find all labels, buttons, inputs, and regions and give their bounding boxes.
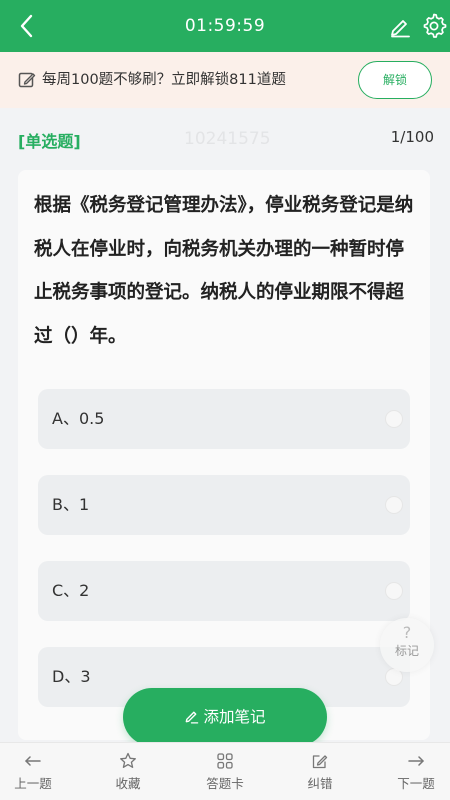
pencil-icon [186,711,199,724]
option-b[interactable]: B、1 [38,475,410,535]
unlock-button[interactable]: 解锁 [358,61,432,99]
nav-label: 收藏 [115,776,141,791]
grid-icon [217,753,233,769]
radio-circle-icon [385,410,403,428]
arrow-left-icon [25,756,41,766]
question-mark-icon: ? [402,623,412,642]
add-note-button[interactable]: 添加笔记 [123,688,327,746]
edit-note-icon [18,72,36,88]
edit-pencil-icon[interactable] [388,14,412,38]
star-icon [120,752,136,768]
option-label: A、0.5 [52,409,105,428]
edit-square-icon [312,755,328,769]
nav-answer-card[interactable]: 答题卡 [185,743,265,800]
back-arrow-icon[interactable] [14,12,42,40]
nav-prev-question[interactable]: 上一题 [0,743,73,800]
option-c[interactable]: C、2 [38,561,410,621]
question-progress: 1/100 [390,128,434,146]
option-a[interactable]: A、0.5 [38,389,410,449]
nav-label: 纠错 [307,776,333,791]
option-label: D、3 [52,667,91,686]
promo-text: 每周100题不够刷？立即解锁811道题 [42,72,286,88]
radio-circle-icon [385,582,403,600]
add-note-label: 添加笔记 [203,708,266,726]
nav-favorite[interactable]: 收藏 [88,743,168,800]
mark-label: 标记 [394,644,419,658]
nav-next-question[interactable]: 下一题 [376,743,450,800]
countdown-timer: 01:59:59 [184,16,266,36]
radio-circle-icon [385,496,403,514]
nav-label: 答题卡 [206,776,244,791]
nav-label: 上一题 [14,776,52,791]
arrow-right-icon [408,756,424,766]
question-type-label: [单选题] [18,132,81,151]
option-label: B、1 [52,495,90,514]
gear-icon[interactable] [421,13,447,39]
question-id-watermark: 10241575 [184,129,271,149]
bottom-nav: 上一题 收藏 答题卡 纠错 下一题 [0,742,450,800]
nav-label: 下一题 [397,776,435,791]
unlock-promo-banner: 每周100题不够刷？立即解锁811道题 解锁 [0,52,450,108]
option-label: C、2 [52,581,90,600]
mark-question-button[interactable]: ? 标记 [380,618,434,672]
question-stem: 根据《税务登记管理办法》，停业税务登记是纳税人在停业时，向税务机关办理的一种暂时… [34,195,414,347]
top-bar: 01:59:59 [0,0,450,52]
question-card: 根据《税务登记管理办法》，停业税务登记是纳税人在停业时，向税务机关办理的一种暂时… [18,170,430,740]
nav-report-error[interactable]: 纠错 [280,743,360,800]
